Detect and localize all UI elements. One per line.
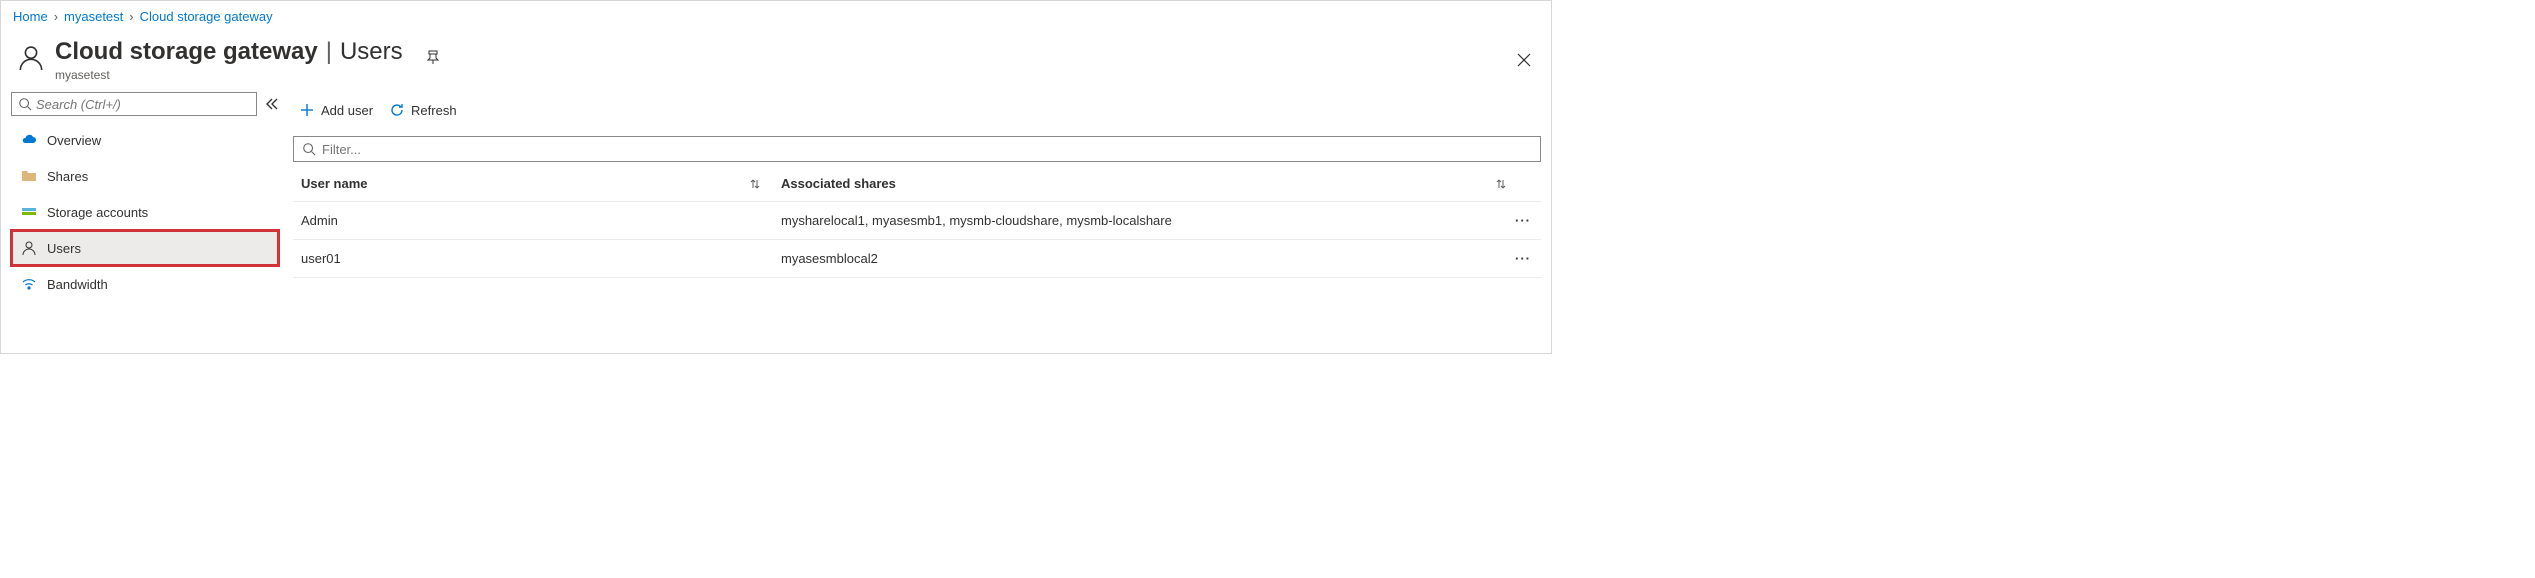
cloud-icon [21, 132, 37, 148]
sidebar-item-storage-accounts[interactable]: Storage accounts [11, 194, 279, 230]
collapse-icon[interactable] [263, 96, 279, 112]
table-row[interactable]: Admin mysharelocal1, myasesmb1, mysmb-cl… [293, 202, 1541, 240]
sort-icon [749, 178, 761, 190]
more-icon[interactable]: ··· [1513, 251, 1533, 266]
column-label: User name [301, 176, 367, 191]
person-icon [21, 240, 37, 256]
column-header-username[interactable]: User name [301, 176, 781, 191]
sidebar-item-label: Users [47, 241, 81, 256]
refresh-button[interactable]: Refresh [389, 102, 457, 118]
sort-icon [1495, 178, 1507, 190]
page-header: Cloud storage gateway | Users myasetest [1, 32, 1551, 92]
folder-icon [21, 168, 37, 184]
toolbar: Add user Refresh [293, 92, 1541, 128]
page-title: Cloud storage gateway [55, 38, 318, 66]
page-subtitle: myasetest [55, 68, 1517, 82]
refresh-label: Refresh [411, 103, 457, 118]
filter-field[interactable] [316, 142, 1532, 157]
sidebar-item-label: Storage accounts [47, 205, 148, 220]
cell-shares: mysharelocal1, myasesmb1, mysmb-cloudsha… [781, 213, 1513, 228]
breadcrumb-current[interactable]: Cloud storage gateway [140, 9, 273, 24]
column-header-shares[interactable]: Associated shares [781, 176, 1513, 191]
sidebar: Overview Shares Storage accounts Users B [1, 92, 285, 302]
breadcrumb: Home › myasetest › Cloud storage gateway [1, 1, 1551, 32]
close-icon[interactable] [1517, 53, 1531, 67]
main-content: Add user Refresh User name Associated [285, 92, 1551, 302]
search-input[interactable] [11, 92, 257, 116]
pin-icon[interactable] [425, 44, 441, 60]
wifi-icon [21, 276, 37, 292]
sidebar-item-users[interactable]: Users [11, 230, 279, 266]
add-user-label: Add user [321, 103, 373, 118]
chevron-right-icon: › [129, 9, 133, 24]
table-header: User name Associated shares [293, 166, 1541, 202]
users-table: User name Associated shares Admin myshar… [293, 166, 1541, 278]
sidebar-item-overview[interactable]: Overview [11, 122, 279, 158]
more-icon[interactable]: ··· [1513, 213, 1533, 228]
sidebar-item-label: Bandwidth [47, 277, 108, 292]
column-label: Associated shares [781, 176, 896, 191]
cell-username[interactable]: Admin [301, 213, 781, 228]
add-user-button[interactable]: Add user [299, 102, 373, 118]
filter-input[interactable] [293, 136, 1541, 162]
sidebar-item-label: Shares [47, 169, 88, 184]
chevron-right-icon: › [54, 9, 58, 24]
page-section: Users [340, 38, 403, 66]
cell-username[interactable]: user01 [301, 251, 781, 266]
cell-shares: myasesmblocal2 [781, 251, 1513, 266]
breadcrumb-resource[interactable]: myasetest [64, 9, 123, 24]
storage-icon [21, 204, 37, 220]
sidebar-item-label: Overview [47, 133, 101, 148]
user-icon [15, 42, 47, 74]
breadcrumb-home[interactable]: Home [13, 9, 48, 24]
search-field[interactable] [32, 97, 250, 112]
sidebar-item-shares[interactable]: Shares [11, 158, 279, 194]
sidebar-item-bandwidth[interactable]: Bandwidth [11, 266, 279, 302]
title-separator: | [326, 38, 332, 66]
table-row[interactable]: user01 myasesmblocal2 ··· [293, 240, 1541, 278]
